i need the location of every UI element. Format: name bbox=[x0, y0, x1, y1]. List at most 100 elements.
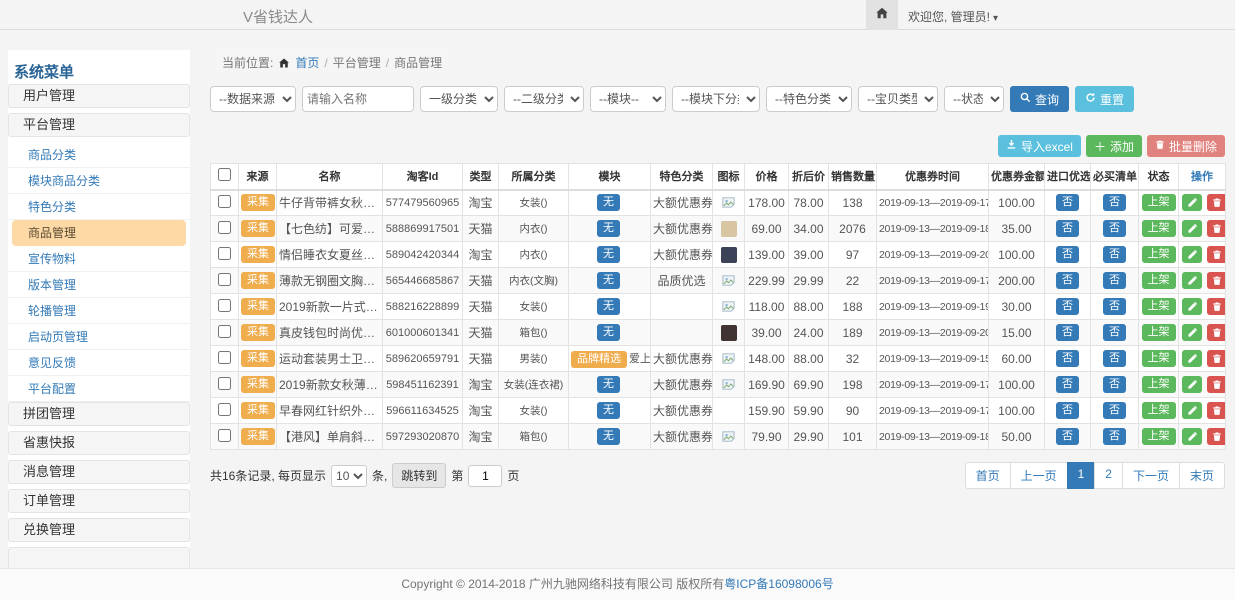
import-select-badge[interactable]: 否 bbox=[1056, 402, 1079, 419]
level1-category-select[interactable]: 一级分类 bbox=[420, 86, 498, 112]
sidebar-item[interactable]: 用户管理 bbox=[8, 84, 190, 108]
delete-button[interactable] bbox=[1207, 298, 1225, 315]
sidebar-item[interactable]: 特色分类 bbox=[8, 194, 190, 220]
page-button[interactable]: 末页 bbox=[1179, 462, 1225, 489]
sidebar-item[interactable]: 省惠快报 bbox=[8, 431, 190, 455]
must-buy-badge[interactable]: 否 bbox=[1103, 272, 1126, 289]
status-badge[interactable]: 上架 bbox=[1142, 428, 1176, 445]
delete-button[interactable] bbox=[1207, 350, 1225, 367]
row-checkbox[interactable] bbox=[218, 351, 231, 364]
edit-button[interactable] bbox=[1182, 220, 1202, 237]
level2-category-select[interactable]: --二级分类-- bbox=[504, 86, 584, 112]
status-badge[interactable]: 上架 bbox=[1142, 246, 1176, 263]
import-select-badge[interactable]: 否 bbox=[1056, 324, 1079, 341]
sidebar-item[interactable]: 平台配置 bbox=[8, 376, 190, 402]
status-badge[interactable]: 上架 bbox=[1142, 402, 1176, 419]
jump-page-input[interactable] bbox=[468, 465, 502, 487]
row-checkbox[interactable] bbox=[218, 299, 231, 312]
sidebar-item[interactable]: 版本管理 bbox=[8, 272, 190, 298]
import-select-badge[interactable]: 否 bbox=[1056, 194, 1079, 211]
sidebar-item[interactable]: 启动页管理 bbox=[8, 324, 190, 350]
add-button[interactable]: ＋ 添加 bbox=[1086, 135, 1142, 157]
row-checkbox[interactable] bbox=[218, 377, 231, 390]
delete-button[interactable] bbox=[1207, 194, 1225, 211]
status-badge[interactable]: 上架 bbox=[1142, 194, 1176, 211]
search-button[interactable]: 查询 bbox=[1010, 86, 1069, 112]
sidebar-item[interactable] bbox=[8, 547, 190, 568]
page-button[interactable]: 2 bbox=[1094, 462, 1123, 489]
module-select[interactable]: --模块-- bbox=[590, 86, 666, 112]
page-button[interactable]: 上一页 bbox=[1010, 462, 1068, 489]
delete-button[interactable] bbox=[1207, 272, 1225, 289]
edit-button[interactable] bbox=[1182, 298, 1202, 315]
jump-button[interactable]: 跳转到 bbox=[392, 463, 446, 488]
import-select-badge[interactable]: 否 bbox=[1056, 272, 1079, 289]
status-select[interactable]: --状态-- bbox=[944, 86, 1004, 112]
row-checkbox[interactable] bbox=[218, 325, 231, 338]
sidebar-item[interactable]: 订单管理 bbox=[8, 489, 190, 513]
sidebar-item[interactable]: 意见反馈 bbox=[8, 350, 190, 376]
delete-button[interactable] bbox=[1207, 428, 1225, 445]
name-search-input[interactable] bbox=[302, 86, 414, 112]
data-source-select[interactable]: --数据来源-- bbox=[210, 86, 296, 112]
edit-button[interactable] bbox=[1182, 402, 1202, 419]
page-button[interactable]: 下一页 bbox=[1122, 462, 1180, 489]
must-buy-badge[interactable]: 否 bbox=[1103, 220, 1126, 237]
icp-link[interactable]: 粤ICP备16098006号 bbox=[724, 577, 833, 591]
sidebar-item[interactable]: 商品管理 bbox=[12, 220, 186, 246]
edit-button[interactable] bbox=[1182, 428, 1202, 445]
module-subcategory-select[interactable]: --模块下分类-- bbox=[672, 86, 760, 112]
import-select-badge[interactable]: 否 bbox=[1056, 428, 1079, 445]
import-excel-button[interactable]: 导入excel bbox=[998, 135, 1081, 157]
edit-button[interactable] bbox=[1182, 324, 1202, 341]
status-badge[interactable]: 上架 bbox=[1142, 272, 1176, 289]
sidebar-item[interactable]: 轮播管理 bbox=[8, 298, 190, 324]
status-badge[interactable]: 上架 bbox=[1142, 350, 1176, 367]
page-button[interactable]: 首页 bbox=[965, 462, 1011, 489]
status-badge[interactable]: 上架 bbox=[1142, 298, 1176, 315]
status-badge[interactable]: 上架 bbox=[1142, 220, 1176, 237]
import-select-badge[interactable]: 否 bbox=[1056, 376, 1079, 393]
user-menu[interactable]: 欢迎您, 管理员!▾ bbox=[908, 8, 998, 25]
edit-button[interactable] bbox=[1182, 246, 1202, 263]
import-select-badge[interactable]: 否 bbox=[1056, 298, 1079, 315]
sidebar-item[interactable]: 兑换管理 bbox=[8, 518, 190, 542]
item-type-select[interactable]: --宝贝类型-- bbox=[858, 86, 938, 112]
breadcrumb-home-link[interactable]: 首页 bbox=[295, 54, 319, 71]
row-checkbox[interactable] bbox=[218, 273, 231, 286]
delete-button[interactable] bbox=[1207, 402, 1225, 419]
sidebar-item[interactable]: 拼团管理 bbox=[8, 402, 190, 426]
status-badge[interactable]: 上架 bbox=[1142, 324, 1176, 341]
page-button[interactable]: 1 bbox=[1067, 462, 1096, 489]
batch-delete-button[interactable]: 批量删除 bbox=[1147, 135, 1225, 157]
edit-button[interactable] bbox=[1182, 272, 1202, 289]
must-buy-badge[interactable]: 否 bbox=[1103, 194, 1126, 211]
feature-category-select[interactable]: --特色分类-- bbox=[766, 86, 852, 112]
edit-button[interactable] bbox=[1182, 376, 1202, 393]
import-select-badge[interactable]: 否 bbox=[1056, 220, 1079, 237]
sidebar-item[interactable]: 商品分类 bbox=[8, 142, 190, 168]
delete-button[interactable] bbox=[1207, 246, 1225, 263]
status-badge[interactable]: 上架 bbox=[1142, 376, 1176, 393]
must-buy-badge[interactable]: 否 bbox=[1103, 376, 1126, 393]
must-buy-badge[interactable]: 否 bbox=[1103, 246, 1126, 263]
delete-button[interactable] bbox=[1207, 376, 1225, 393]
sidebar-item[interactable]: 宣传物料 bbox=[8, 246, 190, 272]
import-select-badge[interactable]: 否 bbox=[1056, 246, 1079, 263]
delete-button[interactable] bbox=[1207, 324, 1225, 341]
row-checkbox[interactable] bbox=[218, 403, 231, 416]
sidebar-item[interactable]: 平台管理 bbox=[8, 113, 190, 137]
sidebar-item[interactable]: 模块商品分类 bbox=[8, 168, 190, 194]
delete-button[interactable] bbox=[1207, 220, 1225, 237]
edit-button[interactable] bbox=[1182, 350, 1202, 367]
row-checkbox[interactable] bbox=[218, 247, 231, 260]
sidebar-item[interactable]: 消息管理 bbox=[8, 460, 190, 484]
must-buy-badge[interactable]: 否 bbox=[1103, 402, 1126, 419]
home-button[interactable] bbox=[866, 0, 898, 30]
must-buy-badge[interactable]: 否 bbox=[1103, 298, 1126, 315]
row-checkbox[interactable] bbox=[218, 221, 231, 234]
must-buy-badge[interactable]: 否 bbox=[1103, 428, 1126, 445]
page-size-select[interactable]: 10 bbox=[331, 465, 367, 487]
must-buy-badge[interactable]: 否 bbox=[1103, 350, 1126, 367]
must-buy-badge[interactable]: 否 bbox=[1103, 324, 1126, 341]
